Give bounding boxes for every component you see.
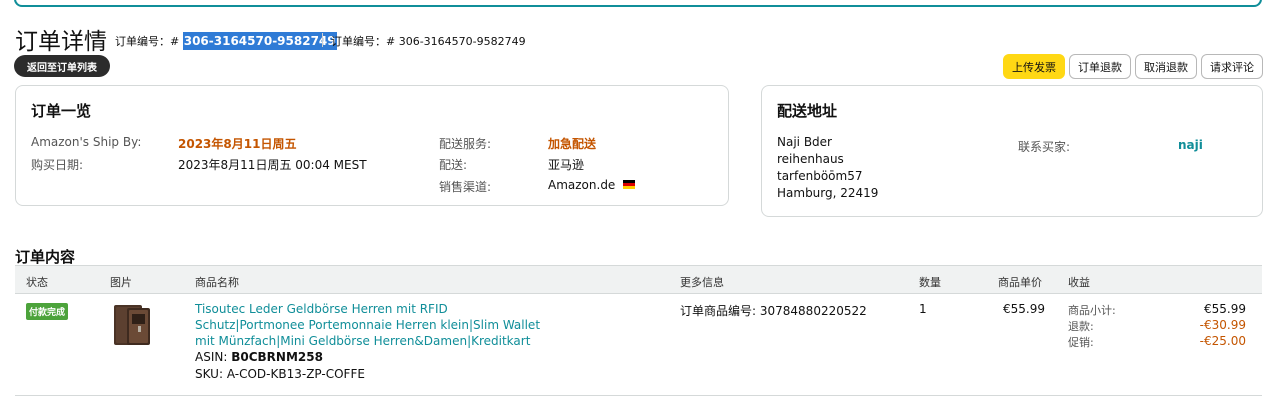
back-to-order-list-button[interactable]: 返回至订单列表 [14,55,110,77]
shipping-service-label: 配送服务: [439,137,492,151]
unit-price-value: €55.99 [1003,302,1045,316]
ship-by-value: 2023年8月11日周五 [178,137,297,151]
income-refund: 退款: -€30.99 [1068,318,1246,334]
shipping-address: Naji Bder reihenhaus tarfenböōm57 Hambur… [777,134,878,202]
order-item-id: 订单商品编号: 30784880220522 [680,302,867,319]
asin-line: ASIN: B0CBRNM258 [195,350,323,364]
order-number-plain: 订单编号：# 306-3164570-9582749 [331,33,526,49]
purchase-date-label: 购买日期: [31,158,84,172]
cancel-refund-button[interactable]: 取消退款 [1135,54,1197,79]
product-thumbnail[interactable] [110,302,155,347]
order-item-id-label: 订单商品编号: [680,304,757,318]
income-promo: 促销: -€25.00 [1068,334,1246,350]
header-status: 状态 [26,276,48,289]
asin-value: B0CBRNM258 [231,350,323,364]
sales-channel-text: Amazon.de [548,178,616,192]
address-line: Hamburg, 22419 [777,186,879,200]
address-line: tarfenböōm57 [777,169,863,183]
asin-label: ASIN: [195,350,228,364]
refund-label: 退款: [1068,320,1094,333]
sku-line: SKU: A-COD-KB13-ZP-COFFE [195,367,365,381]
order-overview-card: 订单一览 Amazon's Ship By: 2023年8月11日周五 购买日期… [15,85,729,206]
order-contents-title: 订单内容 [15,248,76,266]
germany-flag-icon [623,180,636,189]
sku-label: SKU: [195,367,223,381]
ship-by-label: Amazon's Ship By: [31,135,142,149]
purchase-date-value: 2023年8月11日周五 00:04 MEST [178,158,367,172]
refund-value: -€30.99 [1199,318,1246,332]
order-actions: 上传发票 订单退款 取消退款 请求评论 [1003,54,1263,79]
subtotal-value: €55.99 [1204,302,1246,316]
shipping-address-title: 配送地址 [777,102,838,120]
sales-channel-label: 销售渠道: [439,180,492,194]
divider [322,33,323,47]
header-income: 收益 [1068,276,1090,289]
status-badge: 付款完成 [26,303,69,320]
order-number-value[interactable]: 306-3164570-9582749 [182,32,337,50]
sales-channel-value: Amazon.de [548,178,636,192]
promo-label: 促销: [1068,336,1094,349]
order-number-value-2: 306-3164570-9582749 [398,35,526,48]
address-line: reihenhaus [777,152,844,166]
shipping-address-card: 配送地址 Naji Bder reihenhaus tarfenböōm57 H… [761,85,1263,217]
order-number-label: 订单编号：# [115,35,180,48]
subtotal-label: 商品小计: [1068,304,1116,317]
top-notification-banner [14,0,1262,7]
table-row: 付款完成 Tisoutec Leder Geldbörse Herren mit… [15,294,1262,396]
order-item-id-value: 30784880220522 [759,304,867,318]
upload-invoice-button[interactable]: 上传发票 [1003,54,1065,79]
header-quantity: 数量 [919,276,941,289]
product-title-link[interactable]: Tisoutec Leder Geldbörse Herren mit RFID… [195,301,550,349]
order-items-table: 状态 图片 商品名称 更多信息 数量 商品单价 收益 付款完成 Tisoutec… [15,265,1262,396]
shipping-service-value: 加急配送 [548,137,597,151]
header-more-info: 更多信息 [680,276,724,289]
sku-value: A-COD-KB13-ZP-COFFE [226,367,365,381]
table-header: 状态 图片 商品名称 更多信息 数量 商品单价 收益 [15,265,1262,294]
page-title: 订单详情 [15,29,107,55]
promo-value: -€25.00 [1199,334,1246,348]
order-number-label-2: 订单编号：# [331,35,396,48]
order-number-selected: 订单编号：# 306-3164570-9582749 [115,32,337,50]
fulfillment-value: 亚马逊 [548,158,585,172]
header-image: 图片 [110,276,132,289]
contact-buyer-label: 联系买家: [1018,140,1071,154]
income-subtotal: 商品小计: €55.99 [1068,302,1246,318]
header-product-name: 商品名称 [195,276,239,289]
address-line: Naji Bder [777,135,832,149]
order-overview-title: 订单一览 [31,102,92,120]
refund-order-button[interactable]: 订单退款 [1069,54,1131,79]
request-review-button[interactable]: 请求评论 [1201,54,1263,79]
header-unit-price: 商品单价 [998,276,1042,289]
contact-buyer-link[interactable]: naji [1178,138,1203,152]
quantity-value: 1 [919,302,927,316]
fulfillment-label: 配送: [439,158,468,172]
